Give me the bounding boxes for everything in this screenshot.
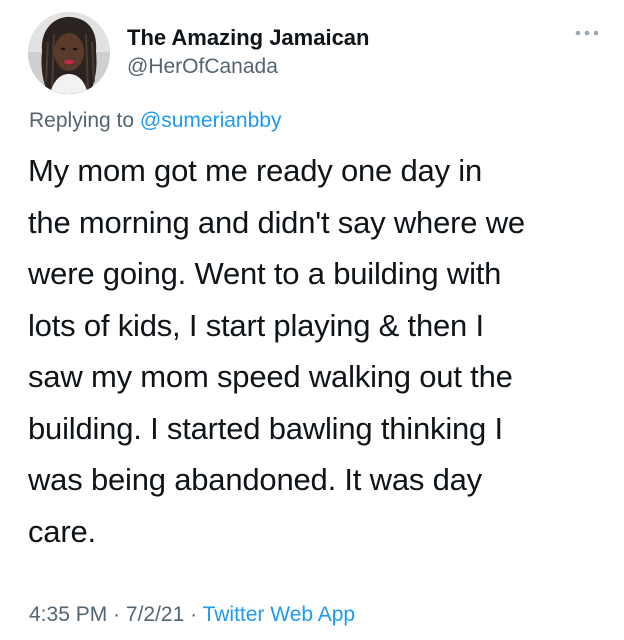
- tweet-text-line: was being abandoned. It was day: [28, 462, 482, 497]
- tweet-text-line: care.: [28, 513, 96, 549]
- meta-separator: ·: [107, 603, 126, 626]
- tweet-source-link[interactable]: Twitter Web App: [203, 603, 356, 626]
- tweet-metadata: 4:35 PM · 7/2/21 · Twitter Web App: [29, 600, 355, 630]
- ellipsis-icon: [575, 30, 599, 36]
- author-handle[interactable]: @HerOfCanada: [127, 53, 547, 81]
- more-options-button[interactable]: [572, 26, 602, 40]
- tweet-text-line: lots of kids, I start playing & then I: [28, 307, 484, 343]
- tweet-text-line: were going. Went to a building with: [28, 256, 502, 291]
- tweet-text-line: building. I started bawling thinking I: [28, 410, 503, 446]
- tweet-text-line: saw my mom speed walking out the: [28, 359, 513, 394]
- replying-to: Replying to @sumerianbby: [29, 106, 281, 136]
- meta-separator: ·: [184, 603, 203, 626]
- author-info[interactable]: The Amazing Jamaican @HerOfCanada: [127, 24, 547, 81]
- tweet-text: My mom got me ready one day in the morni…: [28, 145, 608, 557]
- replying-to-mention-link[interactable]: @sumerianbby: [140, 109, 282, 132]
- tweet-time[interactable]: 4:35 PM: [29, 603, 107, 626]
- tweet-text-line: My mom got me ready one day in: [28, 153, 483, 188]
- profile-photo-icon: [28, 12, 110, 94]
- tweet-date[interactable]: 7/2/21: [126, 603, 184, 626]
- author-display-name[interactable]: The Amazing Jamaican: [127, 24, 547, 52]
- avatar[interactable]: [28, 12, 110, 94]
- replying-to-label: Replying to: [29, 109, 140, 132]
- tweet-card: The Amazing Jamaican @HerOfCanada Replyi…: [0, 0, 624, 640]
- tweet-text-line: the morning and didn't say where we: [28, 204, 525, 240]
